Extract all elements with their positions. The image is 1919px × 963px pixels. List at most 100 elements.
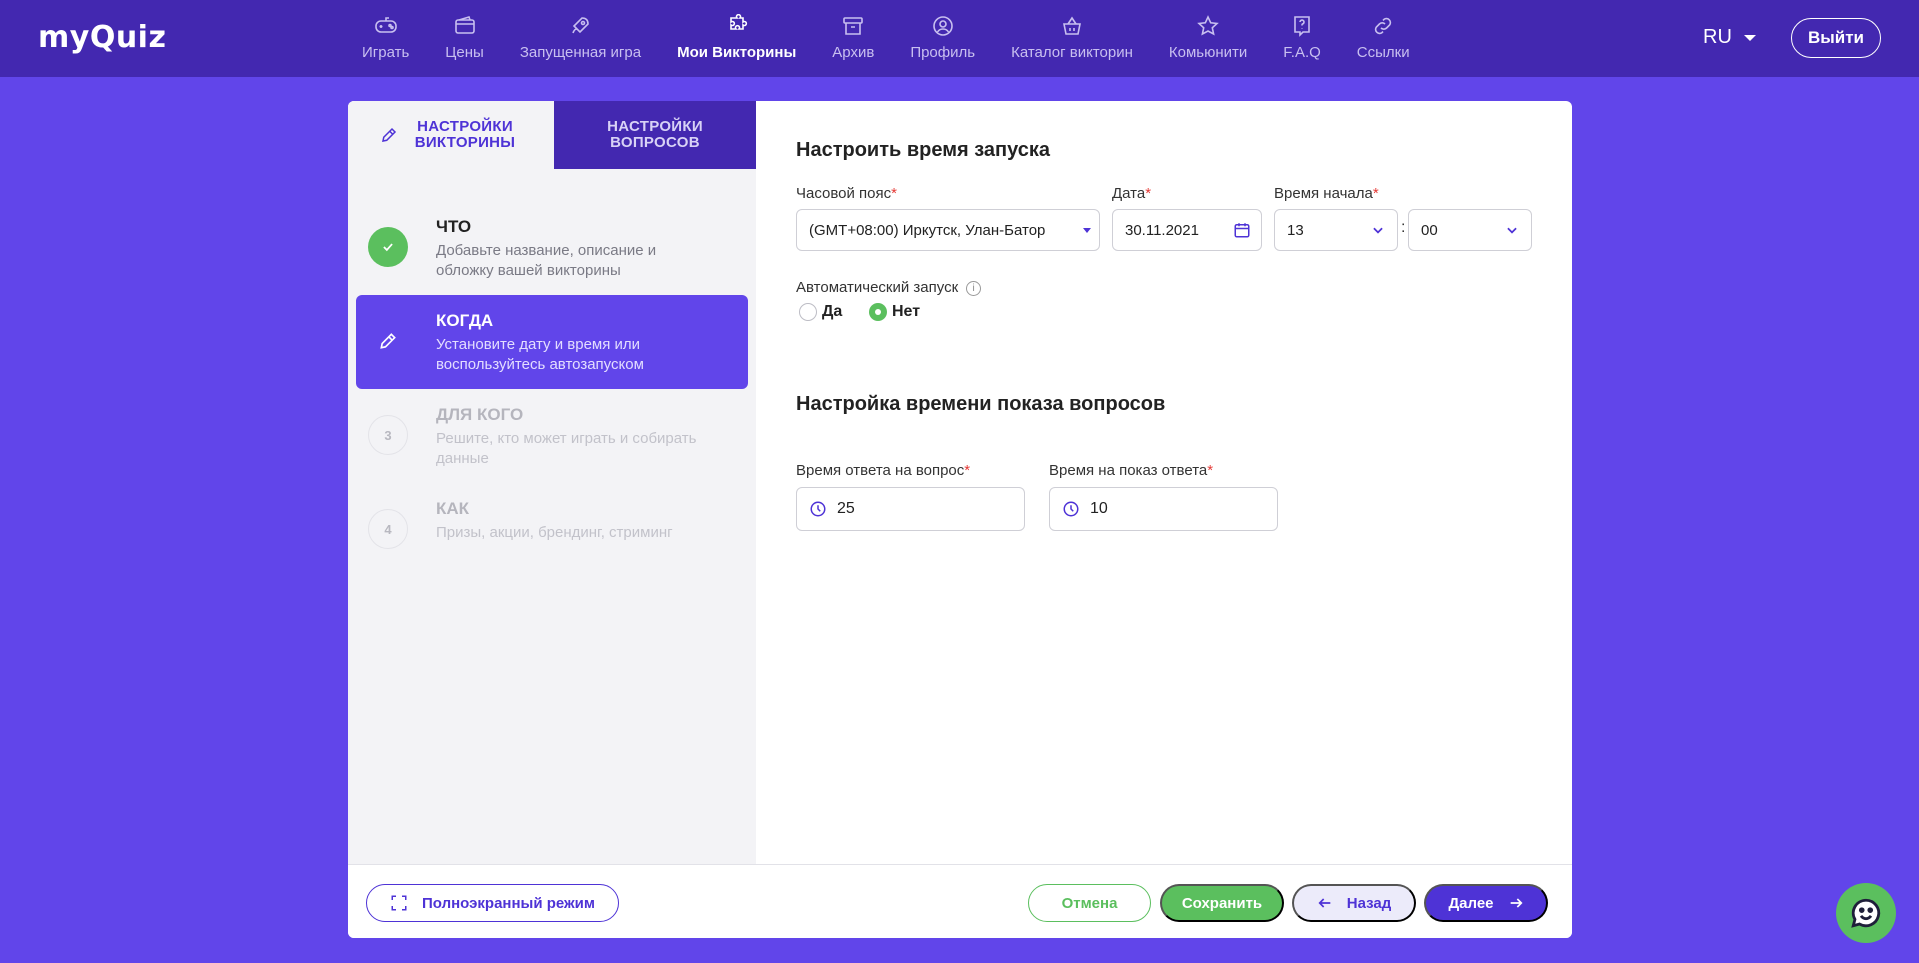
- date-input[interactable]: 30.11.2021: [1112, 209, 1262, 251]
- info-icon[interactable]: i: [966, 280, 982, 296]
- hour-value: 13: [1287, 221, 1304, 239]
- step-number: 4: [368, 509, 408, 549]
- tab-label: НАСТРОЙКИ ВОПРОСОВ: [607, 118, 703, 151]
- pencil-icon: [380, 333, 396, 349]
- check-icon: [383, 243, 393, 252]
- rocket-icon: [572, 17, 590, 34]
- timezone-label: Часовой пояс*: [796, 185, 897, 202]
- logo-text: myQuiz: [38, 20, 167, 55]
- nav-label: Мои Викторины: [677, 44, 797, 61]
- step-title: ЧТО: [436, 217, 472, 236]
- launch-time-heading: Настроить время запуска: [796, 139, 1051, 161]
- nav-item-profile[interactable]: Профиль: [910, 0, 975, 77]
- date-value: 30.11.2021: [1125, 221, 1199, 239]
- radio-unchecked: [799, 303, 817, 321]
- nav-label: Архив: [832, 44, 875, 61]
- step-description: Установите дату и время или воспользуйте…: [436, 336, 644, 373]
- nav-item-prices[interactable]: Цены: [445, 0, 484, 77]
- nav-item-archive[interactable]: Архив: [832, 0, 874, 77]
- nav-label: Комьюнити: [1168, 44, 1248, 61]
- hour-select[interactable]: 13: [1274, 209, 1398, 251]
- next-button[interactable]: Далее: [1424, 884, 1548, 922]
- step-how[interactable]: 4 КАК Призы, акции, брендинг, стриминг: [356, 483, 748, 577]
- step-description: Решите, кто может играть и собирать данн…: [436, 430, 697, 467]
- fullscreen-icon: [391, 895, 407, 911]
- step-description: Добавьте название, описание и обложку ва…: [436, 242, 657, 279]
- save-button[interactable]: Сохранить: [1160, 884, 1284, 922]
- nav-label: Каталог викторин: [1011, 44, 1133, 61]
- puzzle-icon: [729, 14, 747, 30]
- chat-support-button[interactable]: [1836, 883, 1896, 943]
- minute-value: 00: [1421, 221, 1438, 239]
- show-answer-time-value: 10: [1090, 500, 1108, 517]
- tab-quiz-settings[interactable]: НАСТРОЙКИ ВИКТОРИНЫ: [348, 101, 552, 169]
- nav-item-links[interactable]: Ссылки: [1357, 0, 1410, 77]
- question-time-heading: Настройка времени показа вопросов: [796, 393, 1166, 415]
- step-title: КОГДА: [436, 311, 494, 330]
- radio-label: Да: [822, 303, 843, 320]
- show-answer-time-input[interactable]: 10: [1049, 487, 1278, 531]
- answer-time-label: Время ответа на вопрос*: [796, 462, 970, 479]
- button-label: Далее: [1448, 894, 1494, 912]
- clock-icon: [1063, 501, 1079, 517]
- nav-label: Играть: [362, 44, 410, 61]
- fullscreen-button[interactable]: Полноэкранный режим: [366, 884, 619, 922]
- link-icon: [1375, 17, 1392, 35]
- top-bar: myQuiz Играть Цены Запущенная игра Мои В…: [0, 0, 1919, 77]
- steps-panel: НАСТРОЙКИ ВИКТОРИНЫ НАСТРОЙКИ ВОПРОСОВ Ч…: [348, 101, 756, 864]
- chat-smile-icon: [1851, 898, 1881, 928]
- button-label: Назад: [1346, 894, 1392, 912]
- language-value: RU: [1703, 26, 1732, 48]
- required-mark: *: [964, 462, 971, 479]
- nav-label: Цены: [445, 44, 484, 61]
- step-description: Призы, акции, брендинг, стриминг: [436, 524, 673, 541]
- main-nav: Играть Цены Запущенная игра Мои Викторин…: [362, 0, 1446, 77]
- nav-label: Запущенная игра: [519, 44, 642, 61]
- step-status-done: [368, 227, 408, 267]
- caret-down-icon: [1083, 227, 1091, 233]
- gamepad-icon: [374, 17, 397, 33]
- minute-select[interactable]: 00: [1408, 209, 1532, 251]
- nav-item-running-game[interactable]: Запущенная игра: [520, 0, 641, 77]
- nav-item-my-quizzes[interactable]: Мои Викторины: [677, 0, 796, 77]
- radio-label: Нет: [892, 303, 921, 320]
- step-title: КАК: [436, 499, 470, 518]
- timezone-value: (GMT+08:00) Иркутск, Улан-Батор: [809, 221, 1046, 239]
- editor-footer: Полноэкранный режим Отмена Сохранить Наз…: [348, 864, 1572, 938]
- step-what[interactable]: ЧТО Добавьте название, описание и обложк…: [356, 201, 748, 295]
- label-text: Время начала: [1274, 185, 1373, 202]
- logo[interactable]: myQuiz: [38, 20, 166, 55]
- answer-time-input[interactable]: 25: [796, 487, 1025, 531]
- step-when[interactable]: КОГДА Установите дату и время или воспол…: [356, 295, 748, 389]
- step-number: 3: [368, 415, 408, 455]
- back-button[interactable]: Назад: [1292, 884, 1416, 922]
- step-for-whom[interactable]: 3 ДЛЯ КОГО Решите, кто может играть и со…: [356, 389, 748, 483]
- archive-icon: [843, 17, 864, 35]
- language-select[interactable]: RU: [1703, 26, 1756, 49]
- cancel-button[interactable]: Отмена: [1028, 884, 1151, 922]
- radio-checked: [869, 303, 887, 321]
- logout-button[interactable]: Выйти: [1791, 18, 1881, 58]
- nav-item-play[interactable]: Играть: [362, 0, 409, 77]
- required-mark: *: [891, 185, 897, 202]
- label-text: Часовой пояс: [796, 185, 892, 202]
- label-text: Время ответа на вопрос: [796, 462, 965, 479]
- answer-time-value: 25: [837, 500, 855, 517]
- nav-item-catalog[interactable]: Каталог викторин: [1011, 0, 1133, 77]
- button-label: Полноэкранный режим: [422, 894, 595, 912]
- auto-launch-yes-radio[interactable]: Да: [799, 303, 842, 321]
- nav-item-community[interactable]: Комьюнити: [1169, 0, 1247, 77]
- caret-down-icon: [1743, 34, 1756, 41]
- calendar-icon[interactable]: [1233, 221, 1251, 239]
- label-text: Дата: [1112, 185, 1146, 202]
- tab-question-settings[interactable]: НАСТРОЙКИ ВОПРОСОВ: [554, 101, 756, 169]
- wallet-icon: [454, 16, 475, 34]
- label-text: Время на показ ответа: [1049, 462, 1208, 479]
- auto-launch-no-radio[interactable]: Нет: [869, 303, 920, 321]
- timezone-select[interactable]: (GMT+08:00) Иркутск, Улан-Батор: [796, 209, 1100, 251]
- arrow-right-icon: [1510, 898, 1523, 908]
- date-label: Дата*: [1112, 185, 1151, 202]
- chevron-down-icon: [1507, 227, 1517, 234]
- tab-label: НАСТРОЙКИ ВИКТОРИНЫ: [414, 118, 516, 151]
- nav-item-faq[interactable]: F.A.Q: [1283, 0, 1321, 77]
